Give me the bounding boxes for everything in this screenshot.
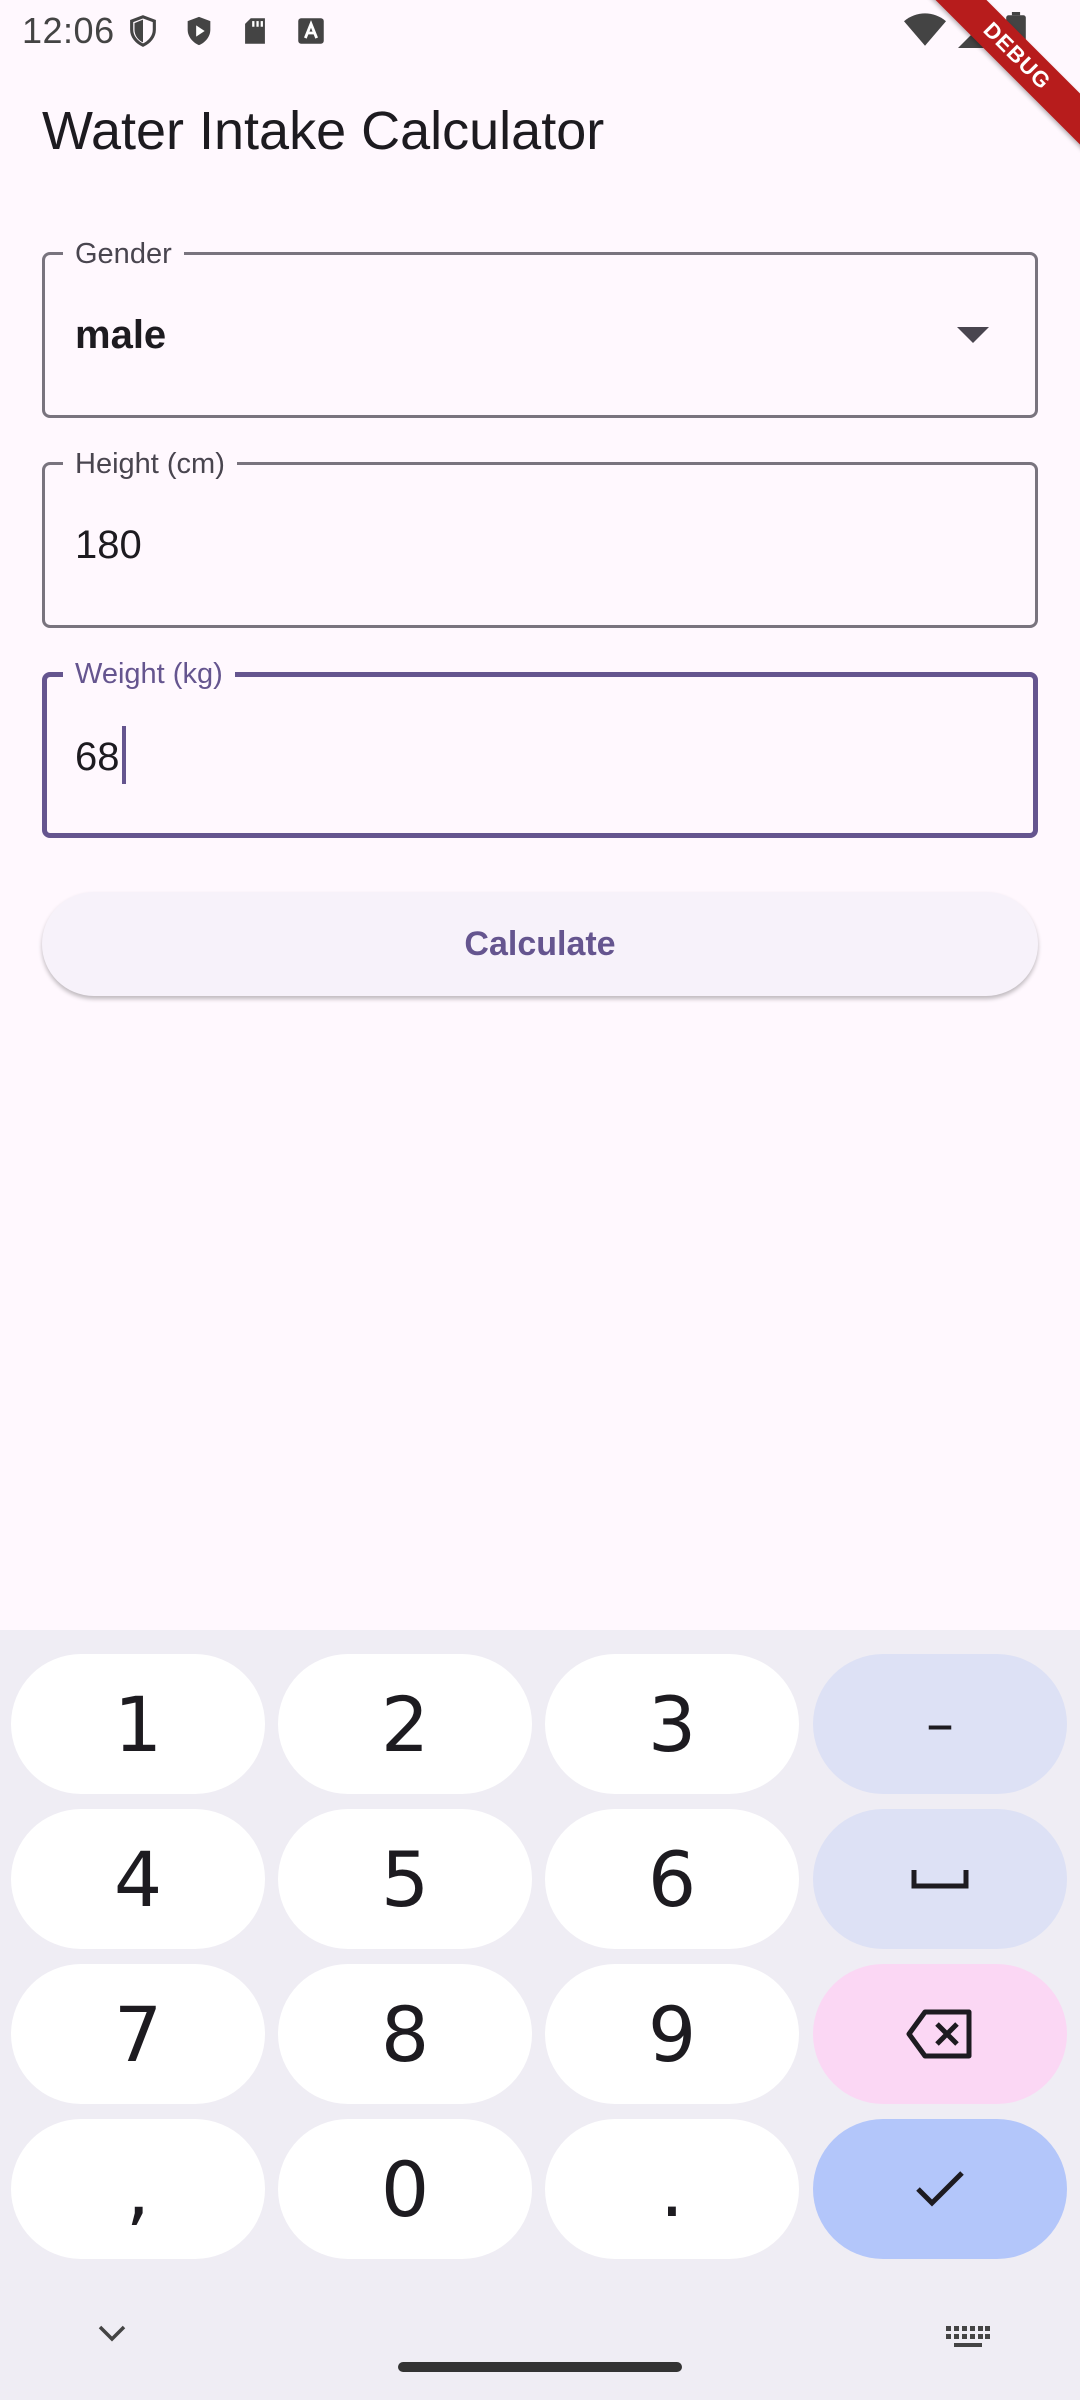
play-protect-icon — [182, 14, 216, 48]
height-value: 180 — [75, 523, 142, 567]
check-icon — [916, 2171, 964, 2207]
sd-card-icon — [238, 14, 272, 48]
text-caret — [121, 726, 126, 785]
chevron-down-icon — [98, 2325, 126, 2342]
key-2[interactable]: 2 — [278, 1654, 532, 1794]
key-minus[interactable]: – — [813, 1654, 1067, 1794]
key-period[interactable]: . — [545, 2119, 799, 2259]
hide-keyboard-button[interactable] — [96, 2322, 128, 2349]
debug-banner: DEBUG — [910, 0, 1080, 170]
key-4[interactable]: 4 — [11, 1809, 265, 1949]
calculate-button[interactable]: Calculate — [42, 892, 1038, 996]
key-done[interactable] — [813, 2119, 1067, 2259]
key-6[interactable]: 6 — [545, 1809, 799, 1949]
weight-value-wrap: 68 — [75, 726, 126, 788]
gender-dropdown[interactable]: Gender male — [42, 237, 1038, 418]
weight-label: Weight (kg) — [63, 657, 235, 691]
status-icons-left — [126, 14, 328, 48]
debug-banner-label: DEBUG — [922, 0, 1080, 151]
key-7[interactable]: 7 — [11, 1964, 265, 2104]
weight-field[interactable]: Weight (kg) 68 — [42, 657, 1038, 838]
keyboard-icon — [946, 2326, 990, 2347]
key-backspace[interactable] — [813, 1964, 1067, 2104]
key-5[interactable]: 5 — [278, 1809, 532, 1949]
key-1[interactable]: 1 — [11, 1654, 265, 1794]
height-field[interactable]: Height (cm) 180 — [42, 447, 1038, 628]
status-time: 12:06 — [22, 10, 115, 51]
dropdown-arrow-icon — [957, 327, 989, 343]
weight-value: 68 — [75, 735, 120, 779]
home-indicator[interactable] — [398, 2362, 682, 2372]
gender-label: Gender — [63, 237, 184, 271]
key-comma[interactable]: , — [11, 2119, 265, 2259]
key-space[interactable] — [813, 1809, 1067, 1949]
key-3[interactable]: 3 — [545, 1654, 799, 1794]
keyboard-switch-button[interactable] — [946, 2326, 990, 2355]
height-label: Height (cm) — [63, 447, 237, 481]
font-icon — [294, 14, 328, 48]
backspace-icon — [906, 2009, 972, 2059]
page-title: Water Intake Calculator — [42, 101, 605, 161]
gender-value: male — [75, 313, 167, 357]
key-9[interactable]: 9 — [545, 1964, 799, 2104]
key-8[interactable]: 8 — [278, 1964, 532, 2104]
key-0[interactable]: 0 — [278, 2119, 532, 2259]
shield-icon — [126, 14, 160, 48]
space-icon — [911, 1870, 969, 1889]
